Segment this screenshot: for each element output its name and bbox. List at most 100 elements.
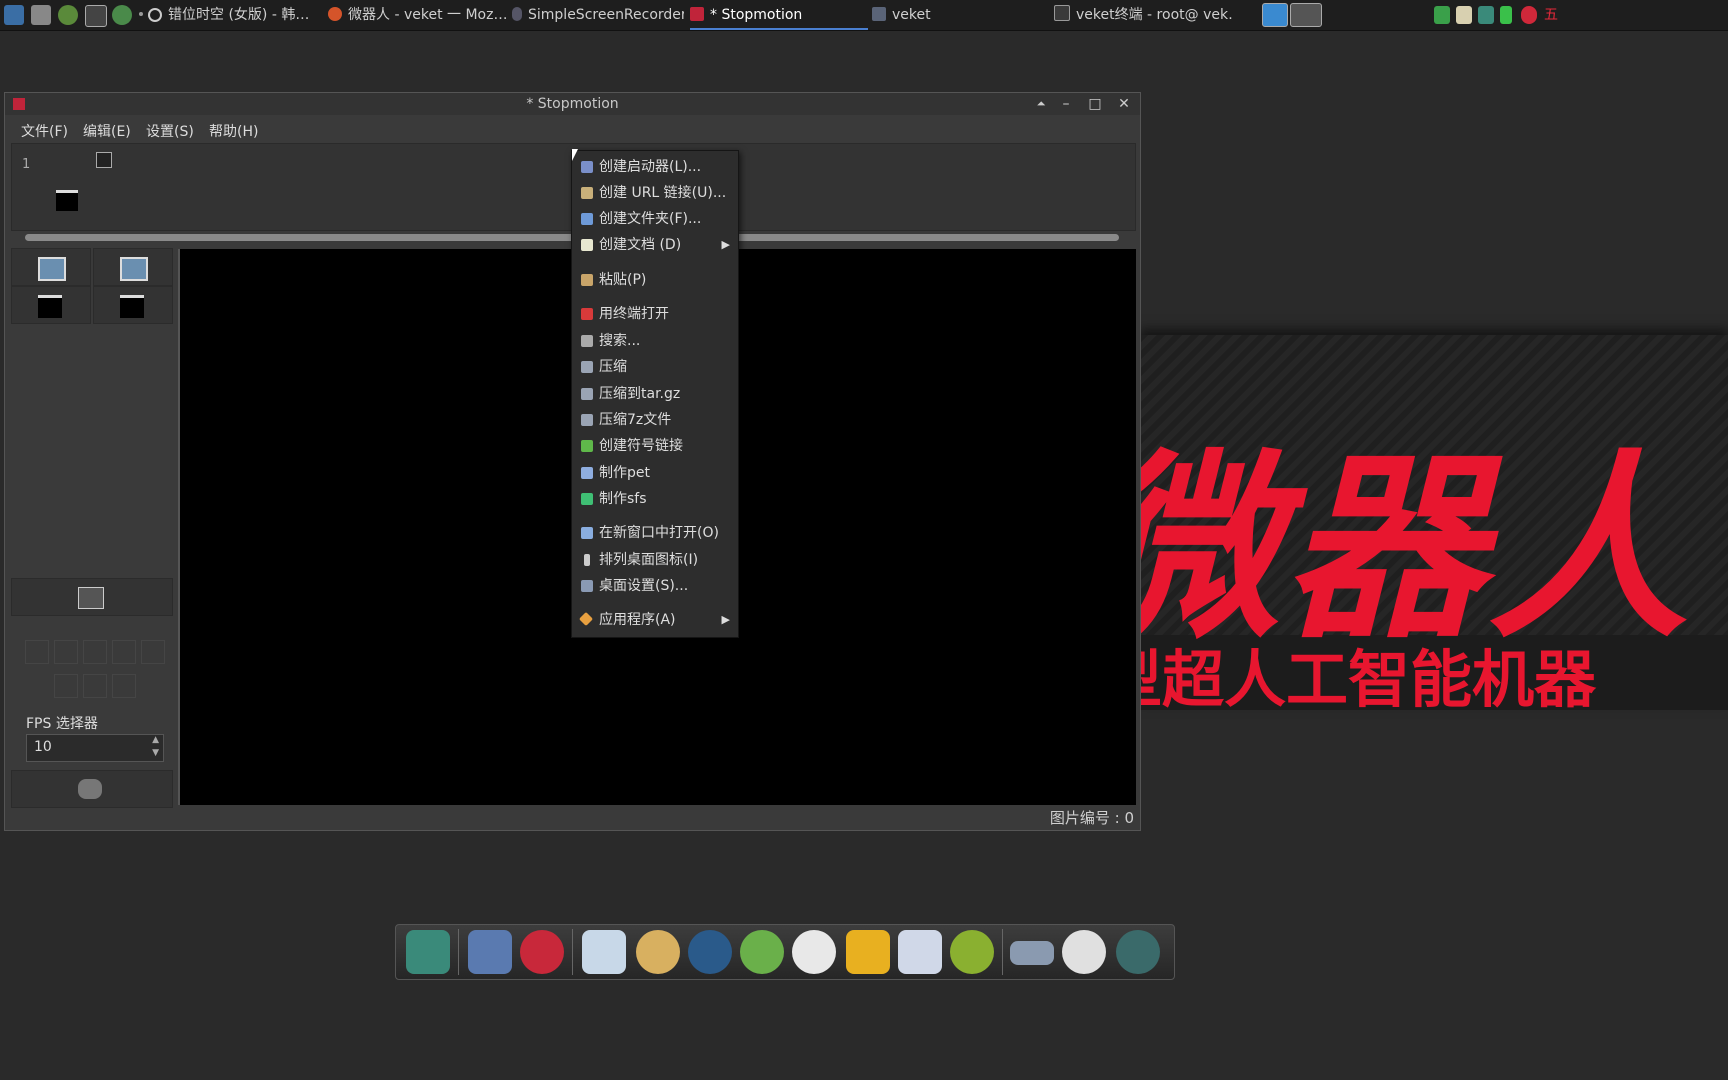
menu-item-make-pet[interactable]: 制作pet xyxy=(572,461,738,485)
recorder-icon xyxy=(512,7,522,21)
minimize-button[interactable]: – xyxy=(1054,93,1078,115)
menu-item-compress-7z[interactable]: 压缩7z文件 xyxy=(572,408,738,432)
shade-icon[interactable]: ⏶ xyxy=(1029,93,1053,115)
fps-value: 10 xyxy=(34,739,52,755)
window-titlebar[interactable]: * Stopmotion ⏶ – □ ✕ xyxy=(5,93,1140,115)
menu-item-arrange-icons[interactable]: 排列桌面图标(I) xyxy=(572,548,738,572)
help-icon[interactable] xyxy=(950,930,994,974)
remove-scene-button[interactable] xyxy=(93,286,173,324)
play-icon[interactable] xyxy=(83,640,107,664)
menu-file[interactable]: 文件(F) xyxy=(21,121,68,141)
task-label: 微器人 - veket 一 Moz… xyxy=(348,7,508,23)
fps-spinbox[interactable]: 10 ▲ ▼ xyxy=(26,734,164,762)
menu-item-label: 创建启动器(L)... xyxy=(599,159,702,175)
paint-icon[interactable] xyxy=(636,930,680,974)
terminal-launcher-icon[interactable] xyxy=(85,5,107,27)
menu-item-create-document[interactable]: 创建文档 (D) ▶ xyxy=(572,233,738,257)
run-launcher-icon[interactable] xyxy=(58,5,78,25)
penguin-icon[interactable] xyxy=(792,930,836,974)
pet-icon xyxy=(581,467,593,479)
record-icon[interactable] xyxy=(148,8,162,22)
task-label: * Stopmotion xyxy=(710,7,803,23)
menu-help[interactable]: 帮助(H) xyxy=(209,121,258,141)
task-stopmotion[interactable]: * Stopmotion xyxy=(690,0,868,30)
system-monitor-icon[interactable] xyxy=(4,5,24,25)
notebook-icon[interactable] xyxy=(846,930,890,974)
url-link-icon xyxy=(581,187,593,199)
menu-item-label: 在新窗口中打开(O) xyxy=(599,525,719,541)
notepad-icon[interactable] xyxy=(582,930,626,974)
document-icon xyxy=(581,239,593,251)
add-scene-icon xyxy=(38,295,62,318)
pause-icon[interactable] xyxy=(83,674,107,698)
spin-down-icon[interactable]: ▼ xyxy=(152,748,159,758)
workspace-1-icon[interactable] xyxy=(1262,3,1288,27)
squirrel-icon[interactable] xyxy=(520,930,564,974)
brightness-icon[interactable] xyxy=(1062,930,1106,974)
chat-icon[interactable] xyxy=(740,930,784,974)
stop-icon[interactable] xyxy=(54,674,78,698)
first-frame-icon[interactable] xyxy=(25,640,49,664)
monitor-icon[interactable] xyxy=(468,930,512,974)
menu-item-open-terminal[interactable]: 用终端打开 xyxy=(572,302,738,326)
menu-item-desktop-settings[interactable]: 桌面设置(S)... xyxy=(572,574,738,598)
menu-settings[interactable]: 设置(S) xyxy=(146,121,194,141)
menu-item-create-url-link[interactable]: 创建 URL 链接(U)... xyxy=(572,181,738,205)
browser-launcher-icon[interactable] xyxy=(112,5,132,25)
submenu-arrow-icon: ▶ xyxy=(721,613,730,626)
folder-icon xyxy=(872,7,886,21)
menu-item-label: 制作sfs xyxy=(599,491,647,507)
settings-launcher-icon[interactable] xyxy=(31,5,51,25)
clipboard-icon[interactable] xyxy=(1456,6,1472,24)
files-icon[interactable] xyxy=(406,930,450,974)
workspace-2-icon[interactable] xyxy=(1290,3,1322,27)
network-icon[interactable] xyxy=(1478,6,1494,24)
task-music-player[interactable]: 错位时空 (女版) - 韩… xyxy=(168,0,323,30)
gimp-button[interactable] xyxy=(11,770,173,808)
add-scene-button[interactable] xyxy=(11,286,91,324)
menu-item-compress-targz[interactable]: 压缩到tar.gz xyxy=(572,382,738,406)
drive-icon[interactable] xyxy=(1010,941,1054,965)
clapper-icon[interactable] xyxy=(56,190,78,211)
menu-item-compress[interactable]: 压缩 xyxy=(572,355,738,379)
next-frame-icon[interactable] xyxy=(112,640,136,664)
terminal-icon xyxy=(1054,5,1070,21)
menu-item-label: 压缩7z文件 xyxy=(599,412,672,428)
task-screen-recorder[interactable]: SimpleScreenRecorder xyxy=(512,0,684,30)
menu-item-create-folder[interactable]: 创建文件夹(F)... xyxy=(572,207,738,231)
chart-icon[interactable] xyxy=(898,930,942,974)
scene-arrow-icon[interactable] xyxy=(96,152,112,168)
menu-item-create-launcher[interactable]: 创建启动器(L)... xyxy=(572,155,738,179)
camera-button[interactable] xyxy=(11,578,173,616)
menu-item-paste[interactable]: 粘贴(P) xyxy=(572,268,738,292)
window-title: * Stopmotion xyxy=(526,96,619,112)
input-method-indicator[interactable]: 五 xyxy=(1544,0,1564,30)
task-firefox[interactable]: 微器人 - veket 一 Moz… xyxy=(328,0,508,30)
last-frame-icon[interactable] xyxy=(141,640,165,664)
menu-edit[interactable]: 编辑(E) xyxy=(83,121,131,141)
media-icon[interactable] xyxy=(688,930,732,974)
menu-item-open-new-window[interactable]: 在新窗口中打开(O) xyxy=(572,521,738,545)
add-frames-button[interactable] xyxy=(11,248,91,286)
record-status-icon[interactable] xyxy=(1521,6,1537,24)
loop-icon[interactable] xyxy=(112,674,136,698)
previous-frame-icon[interactable] xyxy=(54,640,78,664)
scene-number: 1 xyxy=(22,157,31,172)
menu-item-search[interactable]: 搜索... xyxy=(572,329,738,353)
firefox-icon xyxy=(328,7,342,21)
menu-item-label: 创建 URL 链接(U)... xyxy=(599,185,727,201)
close-button[interactable]: ✕ xyxy=(1112,93,1136,115)
task-terminal[interactable]: veket终端 - root@ vek… xyxy=(1054,0,1232,30)
shield-icon[interactable] xyxy=(1434,6,1450,24)
battery-icon[interactable] xyxy=(1500,6,1512,24)
menu-item-make-sfs[interactable]: 制作sfs xyxy=(572,487,738,511)
menu-item-applications[interactable]: 应用程序(A) ▶ xyxy=(572,608,738,632)
maximize-button[interactable]: □ xyxy=(1083,93,1107,115)
menu-item-create-symlink[interactable]: 创建符号链接 xyxy=(572,434,738,458)
task-label: veket终端 - root@ vek… xyxy=(1076,7,1232,23)
browser-icon[interactable] xyxy=(1116,930,1160,974)
spin-up-icon[interactable]: ▲ xyxy=(152,735,159,745)
remove-frames-button[interactable] xyxy=(93,248,173,286)
task-veket-folder[interactable]: veket xyxy=(872,0,1047,30)
task-label: SimpleScreenRecorder xyxy=(528,7,684,23)
